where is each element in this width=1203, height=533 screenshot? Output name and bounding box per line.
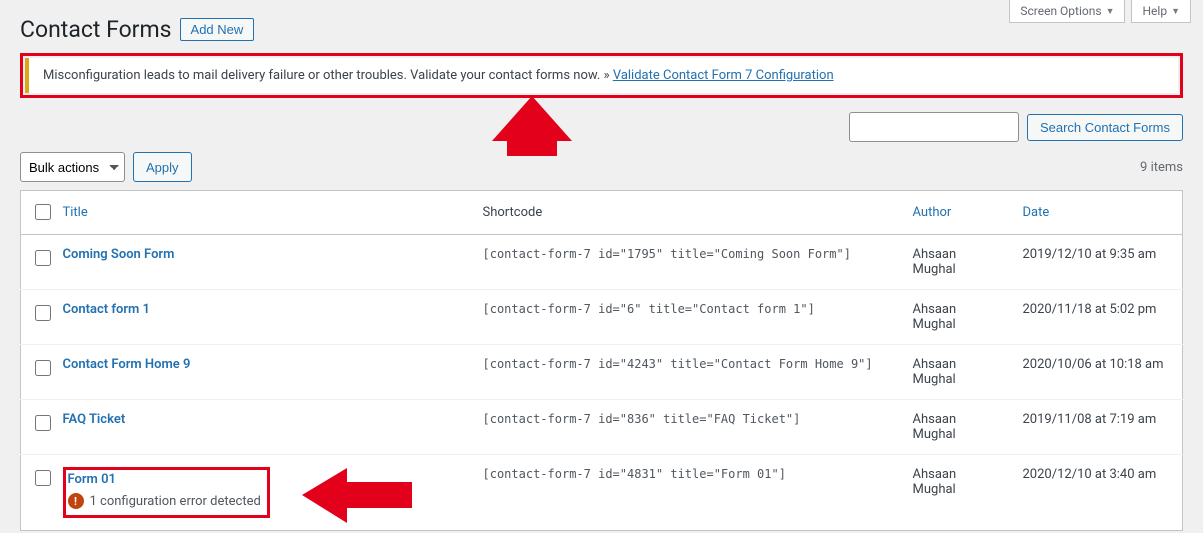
validate-config-link[interactable]: Validate Contact Form 7 Configuration — [613, 68, 834, 83]
author-cell: Ahsaan Mughal — [903, 290, 1013, 345]
error-icon: ! — [68, 493, 84, 509]
help-button[interactable]: Help ▼ — [1131, 0, 1191, 23]
row-checkbox[interactable] — [35, 415, 51, 431]
annotation-box-notice: Misconfiguration leads to mail delivery … — [20, 53, 1183, 98]
table-row: Form 01 ! 1 configuration error detected… — [21, 455, 1183, 531]
shortcode-cell: [contact-form-7 id="4831" title="Form 01… — [473, 455, 903, 531]
row-checkbox[interactable] — [35, 360, 51, 376]
table-row: Contact Form Home 9 [contact-form-7 id="… — [21, 345, 1183, 400]
form-title-link[interactable]: FAQ Ticket — [63, 412, 126, 427]
search-row: Search Contact Forms — [20, 112, 1183, 142]
annotation-arrow-top — [472, 96, 572, 156]
form-title-link[interactable]: Contact Form Home 9 — [63, 357, 191, 372]
select-all-checkbox[interactable] — [35, 204, 51, 220]
items-count: 9 items — [1140, 160, 1183, 175]
screen-options-button[interactable]: Screen Options ▼ — [1009, 0, 1125, 23]
help-label: Help — [1142, 4, 1167, 18]
shortcode-cell: [contact-form-7 id="4243" title="Contact… — [473, 345, 903, 400]
author-cell: Ahsaan Mughal — [903, 345, 1013, 400]
row-checkbox[interactable] — [35, 305, 51, 321]
add-new-button[interactable]: Add New — [180, 18, 255, 41]
screen-meta: Screen Options ▼ Help ▼ — [997, 0, 1203, 23]
form-title-link[interactable]: Form 01 — [68, 472, 116, 487]
search-button[interactable]: Search Contact Forms — [1027, 114, 1183, 141]
shortcode-cell: [contact-form-7 id="6" title="Contact fo… — [473, 290, 903, 345]
col-title-header[interactable]: Title — [63, 205, 88, 220]
notice-text: Misconfiguration leads to mail delivery … — [43, 68, 613, 83]
col-author-header[interactable]: Author — [913, 205, 952, 220]
page-title: Contact Forms — [20, 16, 172, 43]
form-title-link[interactable]: Coming Soon Form — [63, 247, 175, 262]
annotation-box-error-row: Form 01 ! 1 configuration error detected — [63, 467, 270, 518]
shortcode-cell: [contact-form-7 id="1795" title="Coming … — [473, 235, 903, 290]
author-cell: Ahsaan Mughal — [903, 400, 1013, 455]
config-error-line: ! 1 configuration error detected — [68, 493, 261, 509]
apply-button[interactable]: Apply — [133, 152, 192, 182]
date-cell: 2020/11/18 at 5:02 pm — [1013, 290, 1183, 345]
table-row: FAQ Ticket [contact-form-7 id="836" titl… — [21, 400, 1183, 455]
date-cell: 2020/10/06 at 10:18 am — [1013, 345, 1183, 400]
table-row: Contact form 1 [contact-form-7 id="6" ti… — [21, 290, 1183, 345]
search-input[interactable] — [849, 112, 1019, 142]
row-checkbox[interactable] — [35, 250, 51, 266]
admin-notice: Misconfiguration leads to mail delivery … — [25, 58, 1178, 93]
shortcode-cell: [contact-form-7 id="836" title="FAQ Tick… — [473, 400, 903, 455]
col-shortcode-header: Shortcode — [473, 191, 903, 235]
annotation-arrow-bottom — [302, 468, 412, 523]
caret-down-icon: ▼ — [1171, 6, 1180, 17]
col-date-header[interactable]: Date — [1023, 205, 1050, 220]
row-checkbox[interactable] — [35, 470, 51, 486]
config-error-text: 1 configuration error detected — [90, 494, 261, 509]
bulk-actions-select[interactable]: Bulk actions — [20, 152, 125, 182]
forms-table: Title Shortcode Author Date Coming Soon … — [20, 190, 1183, 531]
caret-down-icon: ▼ — [1106, 6, 1115, 17]
author-cell: Ahsaan Mughal — [903, 235, 1013, 290]
screen-options-label: Screen Options — [1020, 4, 1101, 18]
table-row: Coming Soon Form [contact-form-7 id="179… — [21, 235, 1183, 290]
date-cell: 2019/11/08 at 7:19 am — [1013, 400, 1183, 455]
form-title-link[interactable]: Contact form 1 — [63, 302, 150, 317]
date-cell: 2019/12/10 at 9:35 am — [1013, 235, 1183, 290]
tablenav-top: Bulk actions Apply 9 items — [20, 152, 1183, 182]
date-cell: 2020/12/10 at 3:40 am — [1013, 455, 1183, 531]
author-cell: Ahsaan Mughal — [903, 455, 1013, 531]
